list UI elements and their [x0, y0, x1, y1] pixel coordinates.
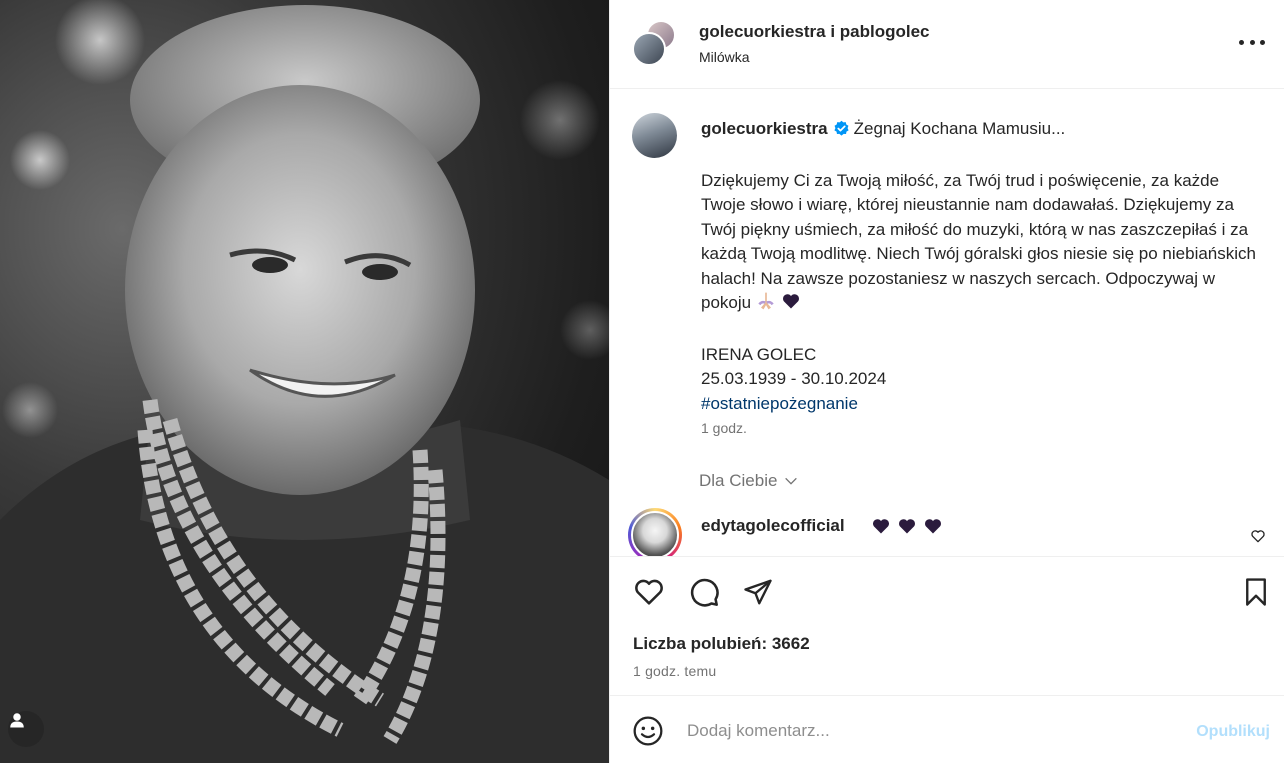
comment-icon[interactable] — [687, 575, 721, 609]
comment-input[interactable] — [687, 719, 1167, 743]
more-options-icon[interactable] — [1239, 32, 1265, 52]
post-header: golecuorkiestra i pablogolec Milówka — [610, 0, 1284, 89]
black-heart-icon — [781, 291, 801, 319]
tag-person-icon — [10, 713, 24, 728]
comment-like-icon[interactable] — [1250, 528, 1266, 549]
black-heart-icon — [898, 519, 916, 534]
for-you-sort[interactable]: Dla Ciebie — [699, 471, 799, 491]
comment-bar: Opublikuj — [610, 697, 1284, 763]
caption-username[interactable]: golecuorkiestra — [701, 119, 828, 138]
share-icon[interactable] — [741, 575, 775, 609]
emoji-icon[interactable] — [632, 715, 664, 747]
post-location[interactable]: Milówka — [699, 49, 750, 65]
black-heart-icon — [924, 519, 942, 534]
caption-dates: 25.03.1939 - 30.10.2024 — [701, 369, 887, 388]
caption-text: golecuorkiestra Żegnaj Kochana Mamusiu...… — [701, 117, 1256, 416]
like-icon[interactable] — [632, 575, 666, 609]
hashtag-link[interactable]: #ostatniepożegnanie — [701, 392, 1256, 417]
black-heart-icon — [872, 519, 890, 534]
caption-section: golecuorkiestra Żegnaj Kochana Mamusiu...… — [610, 90, 1284, 556]
post-timestamp: 1 godz. temu — [633, 663, 717, 679]
collab-avatars[interactable] — [632, 20, 680, 68]
portrait-image — [0, 0, 609, 763]
praying-hands-icon — [756, 291, 776, 319]
post-photo[interactable] — [0, 0, 609, 763]
comment-username[interactable]: edytagolecofficial — [701, 516, 845, 536]
likes-count[interactable]: Liczba polubień: 3662 — [633, 634, 810, 654]
avatar — [632, 32, 666, 66]
post-actions: Liczba polubień: 3662 1 godz. temu — [610, 556, 1284, 696]
tag-person-button[interactable] — [8, 711, 44, 747]
chevron-down-icon — [785, 477, 798, 485]
avatar[interactable] — [632, 113, 677, 158]
comment-text — [871, 516, 943, 536]
caption-name: IRENA GOLEC — [701, 344, 817, 364]
avatar[interactable] — [631, 511, 679, 556]
for-you-label: Dla Ciebie — [699, 471, 778, 490]
caption-headline: Żegnaj Kochana Mamusiu... — [853, 119, 1066, 138]
caption-timestamp: 1 godz. — [701, 420, 747, 436]
post-side-panel: golecuorkiestra i pablogolec Milówka gol… — [609, 0, 1284, 763]
comment-item: edytagolecofficial — [628, 508, 1268, 556]
save-icon[interactable] — [1239, 575, 1273, 609]
post-authors[interactable]: golecuorkiestra i pablogolec — [699, 22, 930, 42]
verified-badge-icon — [833, 120, 850, 145]
post-comment-button[interactable]: Opublikuj — [1196, 723, 1270, 741]
